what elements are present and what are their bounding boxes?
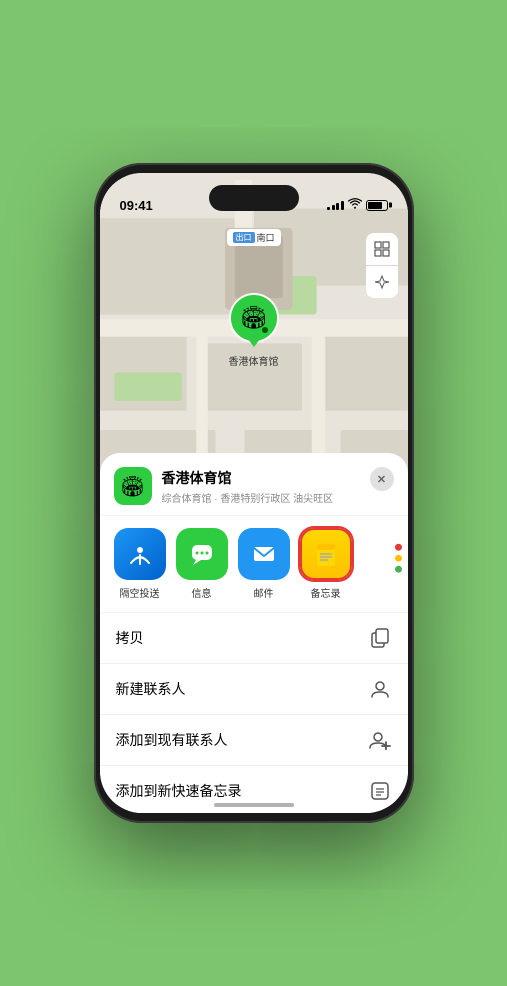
home-indicator	[214, 803, 294, 807]
new-contact-icon	[368, 677, 392, 701]
share-item-mail[interactable]: 邮件	[238, 528, 290, 600]
venue-name: 香港体育馆	[162, 468, 394, 488]
exit-tag: 出口	[232, 232, 254, 243]
mail-icon	[238, 528, 290, 580]
status-icons	[327, 198, 388, 212]
dynamic-island	[209, 185, 299, 211]
action-add-contact[interactable]: 添加到现有联系人	[100, 715, 408, 766]
airdrop-label: 隔空投送	[120, 585, 160, 600]
signal-icon	[327, 200, 344, 210]
venue-description: 综合体育馆 · 香港特别行政区 油尖旺区	[162, 490, 394, 505]
battery-icon	[366, 200, 388, 211]
notes-label: 备忘录	[311, 585, 341, 600]
status-time: 09:41	[120, 198, 153, 213]
venue-card: 🏟 香港体育馆 综合体育馆 · 香港特别行政区 油尖旺区 ✕	[100, 453, 408, 516]
notes-icon	[300, 528, 352, 580]
action-copy[interactable]: 拷贝	[100, 613, 408, 664]
map-type-button[interactable]	[366, 233, 398, 265]
exit-name: 南口	[256, 231, 274, 244]
share-row: 隔空投送 信息	[100, 516, 408, 613]
quick-note-icon	[368, 779, 392, 803]
share-item-airdrop[interactable]: 隔空投送	[114, 528, 166, 600]
message-icon	[176, 528, 228, 580]
share-item-notes[interactable]: 备忘录	[300, 528, 352, 600]
more-indicator	[395, 544, 402, 573]
message-label: 信息	[192, 585, 212, 600]
bottom-sheet: 🏟 香港体育馆 综合体育馆 · 香港特别行政区 油尖旺区 ✕	[100, 453, 408, 813]
action-new-contact[interactable]: 新建联系人	[100, 664, 408, 715]
map-controls	[366, 233, 398, 298]
new-contact-label: 新建联系人	[116, 679, 186, 699]
pin-bubble: 🏟	[229, 293, 279, 343]
share-item-message[interactable]: 信息	[176, 528, 228, 600]
phone-frame: 09:41	[94, 163, 414, 823]
location-pin: 🏟 香港体育馆	[229, 293, 279, 368]
copy-label: 拷贝	[116, 628, 144, 648]
mail-label: 邮件	[254, 585, 274, 600]
airdrop-icon	[114, 528, 166, 580]
add-contact-icon	[368, 728, 392, 752]
venue-icon: 🏟	[114, 467, 152, 505]
copy-icon	[368, 626, 392, 650]
wifi-icon	[348, 198, 362, 212]
action-list: 拷贝 新建联系人	[100, 613, 408, 813]
quick-note-label: 添加到新快速备忘录	[116, 781, 242, 801]
phone-screen: 09:41	[100, 173, 408, 813]
pin-label: 香港体育馆	[229, 353, 279, 368]
map-exit-label: 出口 南口	[226, 229, 280, 246]
location-button[interactable]	[366, 266, 398, 298]
venue-info: 香港体育馆 综合体育馆 · 香港特别行政区 油尖旺区	[162, 468, 394, 505]
close-button[interactable]: ✕	[370, 467, 394, 491]
add-contact-label: 添加到现有联系人	[116, 730, 228, 750]
